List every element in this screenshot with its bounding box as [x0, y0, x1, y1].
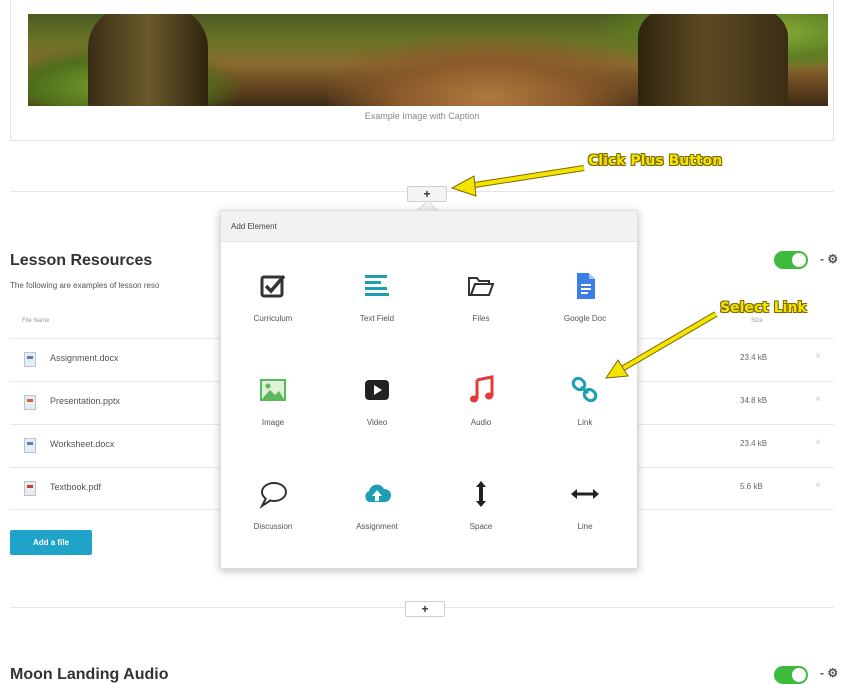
element-label: Image [261, 418, 285, 427]
lesson-resources-title: Lesson Resources [10, 252, 153, 269]
element-link[interactable]: Link [533, 346, 637, 450]
moon-landing-visibility-toggle[interactable] [774, 666, 808, 684]
element-label: Text Field [359, 314, 395, 323]
cloud-upload-icon [365, 484, 392, 502]
element-line[interactable]: Line [533, 450, 637, 554]
folder-icon [468, 277, 495, 296]
horizontal-arrows-icon [571, 489, 599, 499]
element-label: Discussion [253, 522, 293, 531]
image-caption: Example Image with Caption [364, 111, 480, 121]
file-size: 23.4 kB [740, 353, 768, 362]
file-size: 5.6 kB [740, 482, 763, 491]
link-icon [571, 376, 598, 403]
column-header-size: Size [751, 318, 763, 324]
google-doc-icon [577, 273, 595, 299]
element-label: Google Doc [563, 314, 607, 323]
checkbox-icon [260, 274, 286, 298]
element-label: Files [472, 314, 490, 323]
pptx-file-icon [24, 395, 36, 410]
delete-file-icon[interactable]: × [815, 480, 821, 491]
element-label: Video [366, 418, 388, 427]
popup-header: Add Element [221, 211, 637, 242]
element-label: Link [577, 418, 593, 427]
moon-landing-settings-gear-icon[interactable]: - ⚙ [820, 666, 838, 680]
lesson-resources-visibility-toggle[interactable] [774, 251, 808, 269]
forest-image [28, 14, 828, 106]
lesson-resources-description: The following are examples of lesson res… [10, 281, 160, 290]
docx-file-icon [24, 438, 36, 453]
file-name[interactable]: Presentation.pptx [50, 396, 120, 406]
file-size: 23.4 kB [740, 439, 768, 448]
file-name[interactable]: Textbook.pdf [50, 482, 101, 492]
text-lines-icon [365, 275, 389, 296]
delete-file-icon[interactable]: × [815, 437, 821, 448]
column-header-file-name: File Name [22, 318, 50, 324]
moon-landing-audio-title: Moon Landing Audio [10, 666, 169, 683]
element-label: Line [577, 522, 593, 531]
element-label: Assignment [356, 522, 398, 531]
add-element-popup: Add Element Curriculum Text Field Files … [220, 210, 638, 569]
element-assignment[interactable]: Assignment [325, 450, 429, 554]
element-image[interactable]: Image [221, 346, 325, 450]
play-icon [365, 380, 389, 400]
element-audio[interactable]: Audio [429, 346, 533, 450]
speech-bubble-icon [259, 482, 287, 509]
file-name[interactable]: Assignment.docx [50, 353, 119, 363]
element-files[interactable]: Files [429, 242, 533, 346]
docx-file-icon [24, 352, 36, 367]
element-space[interactable]: Space [429, 450, 533, 554]
element-discussion[interactable]: Discussion [221, 450, 325, 554]
add-file-button[interactable]: Add a file [10, 530, 92, 555]
element-text-field[interactable]: Text Field [325, 242, 429, 346]
pdf-file-icon [24, 481, 36, 496]
music-note-icon [470, 375, 494, 403]
annotation-click-plus: Click Plus Button [588, 153, 723, 169]
image-icon [260, 379, 286, 401]
element-label: Space [469, 522, 493, 531]
element-label: Curriculum [253, 314, 293, 323]
element-google-doc[interactable]: Google Doc [533, 242, 637, 346]
vertical-arrows-icon [476, 481, 486, 507]
element-label: Audio [470, 418, 492, 427]
element-curriculum[interactable]: Curriculum [221, 242, 325, 346]
file-size: 34.8 kB [740, 396, 768, 405]
image-block: Example Image with Caption [10, 0, 834, 141]
element-video[interactable]: Video [325, 346, 429, 450]
add-element-plus-button-lower[interactable]: + [405, 601, 445, 617]
annotation-select-link: Select Link [720, 300, 807, 316]
delete-file-icon[interactable]: × [815, 394, 821, 405]
file-name[interactable]: Worksheet.docx [50, 439, 114, 449]
delete-file-icon[interactable]: × [815, 351, 821, 362]
lesson-resources-settings-gear-icon[interactable]: - ⚙ [820, 252, 838, 266]
